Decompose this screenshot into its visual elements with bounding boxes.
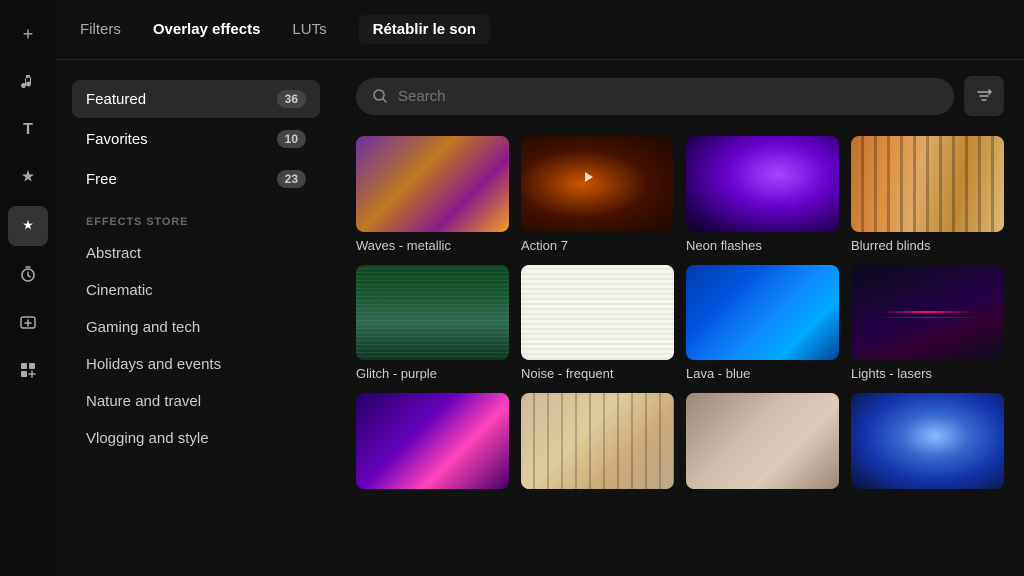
effect-label: Lights - lasers <box>851 366 1004 381</box>
apps-icon[interactable] <box>8 350 48 390</box>
content-area: Featured 36 Favorites 10 Free 23 EFFECTS… <box>56 60 1024 576</box>
magic-icon[interactable] <box>8 206 48 246</box>
thumb-blurred <box>851 136 1004 232</box>
right-panel: Waves - metallic Action 7 Neon flashes <box>336 60 1024 576</box>
effects-icon[interactable] <box>8 158 48 198</box>
nav-overlay-effects[interactable]: Overlay effects <box>153 17 261 42</box>
text-icon[interactable]: T <box>8 110 48 150</box>
thumb-bottom3 <box>686 393 839 489</box>
effect-label: Lava - blue <box>686 366 839 381</box>
category-favorites[interactable]: Favorites 10 <box>72 120 320 158</box>
nav-luts[interactable]: LUTs <box>292 17 326 42</box>
effect-label: Noise - frequent <box>521 366 674 381</box>
effect-glitch[interactable]: Glitch - purple <box>356 265 509 382</box>
effect-bottom2[interactable] <box>521 393 674 495</box>
store-holidays[interactable]: Holidays and events <box>72 347 320 382</box>
nav-retablir[interactable]: Rétablir le son <box>359 15 490 44</box>
thumb-glitch <box>356 265 509 361</box>
effect-bottom3[interactable] <box>686 393 839 495</box>
effect-label: Glitch - purple <box>356 366 509 381</box>
thumb-neon <box>686 136 839 232</box>
effect-waves-metallic[interactable]: Waves - metallic <box>356 136 509 253</box>
nav-filters[interactable]: Filters <box>80 17 121 42</box>
store-gaming[interactable]: Gaming and tech <box>72 310 320 345</box>
thumb-lava <box>686 265 839 361</box>
effect-lava[interactable]: Lava - blue <box>686 265 839 382</box>
icon-sidebar: + T <box>0 0 56 576</box>
left-panel: Featured 36 Favorites 10 Free 23 EFFECTS… <box>56 60 336 576</box>
sort-icon <box>975 87 993 105</box>
thumb-lights <box>851 265 1004 361</box>
effect-bottom4[interactable] <box>851 393 1004 495</box>
store-vlogging[interactable]: Vlogging and style <box>72 421 320 456</box>
add-icon[interactable]: + <box>8 14 48 54</box>
sort-button[interactable] <box>964 76 1004 116</box>
top-nav: Filters Overlay effects LUTs Rétablir le… <box>56 0 1024 60</box>
category-featured[interactable]: Featured 36 <box>72 80 320 118</box>
store-cinematic[interactable]: Cinematic <box>72 273 320 308</box>
effects-grid: Waves - metallic Action 7 Neon flashes <box>356 136 1004 495</box>
store-abstract[interactable]: Abstract <box>72 236 320 271</box>
search-bar[interactable] <box>356 78 954 115</box>
store-nature[interactable]: Nature and travel <box>72 384 320 419</box>
effect-bottom1[interactable] <box>356 393 509 495</box>
timer-icon[interactable] <box>8 254 48 294</box>
thumb-action <box>521 136 674 232</box>
main-area: Filters Overlay effects LUTs Rétablir le… <box>56 0 1024 576</box>
effect-lights[interactable]: Lights - lasers <box>851 265 1004 382</box>
thumb-bottom1 <box>356 393 509 489</box>
thumb-waves <box>356 136 509 232</box>
effect-blurred[interactable]: Blurred blinds <box>851 136 1004 253</box>
effect-label: Neon flashes <box>686 238 839 253</box>
thumb-noise <box>521 265 674 361</box>
search-input[interactable] <box>398 88 938 105</box>
thumb-bottom2 <box>521 393 674 489</box>
music-icon[interactable] <box>8 62 48 102</box>
search-row <box>356 76 1004 116</box>
effect-label: Action 7 <box>521 238 674 253</box>
effect-action[interactable]: Action 7 <box>521 136 674 253</box>
addclip-icon[interactable] <box>8 302 48 342</box>
effect-label: Blurred blinds <box>851 238 1004 253</box>
thumb-bottom4 <box>851 393 1004 489</box>
effect-label: Waves - metallic <box>356 238 509 253</box>
search-icon <box>372 88 388 104</box>
category-free[interactable]: Free 23 <box>72 160 320 198</box>
effect-noise[interactable]: Noise - frequent <box>521 265 674 382</box>
effects-store-header: EFFECTS STORE <box>72 200 320 236</box>
effect-neon[interactable]: Neon flashes <box>686 136 839 253</box>
